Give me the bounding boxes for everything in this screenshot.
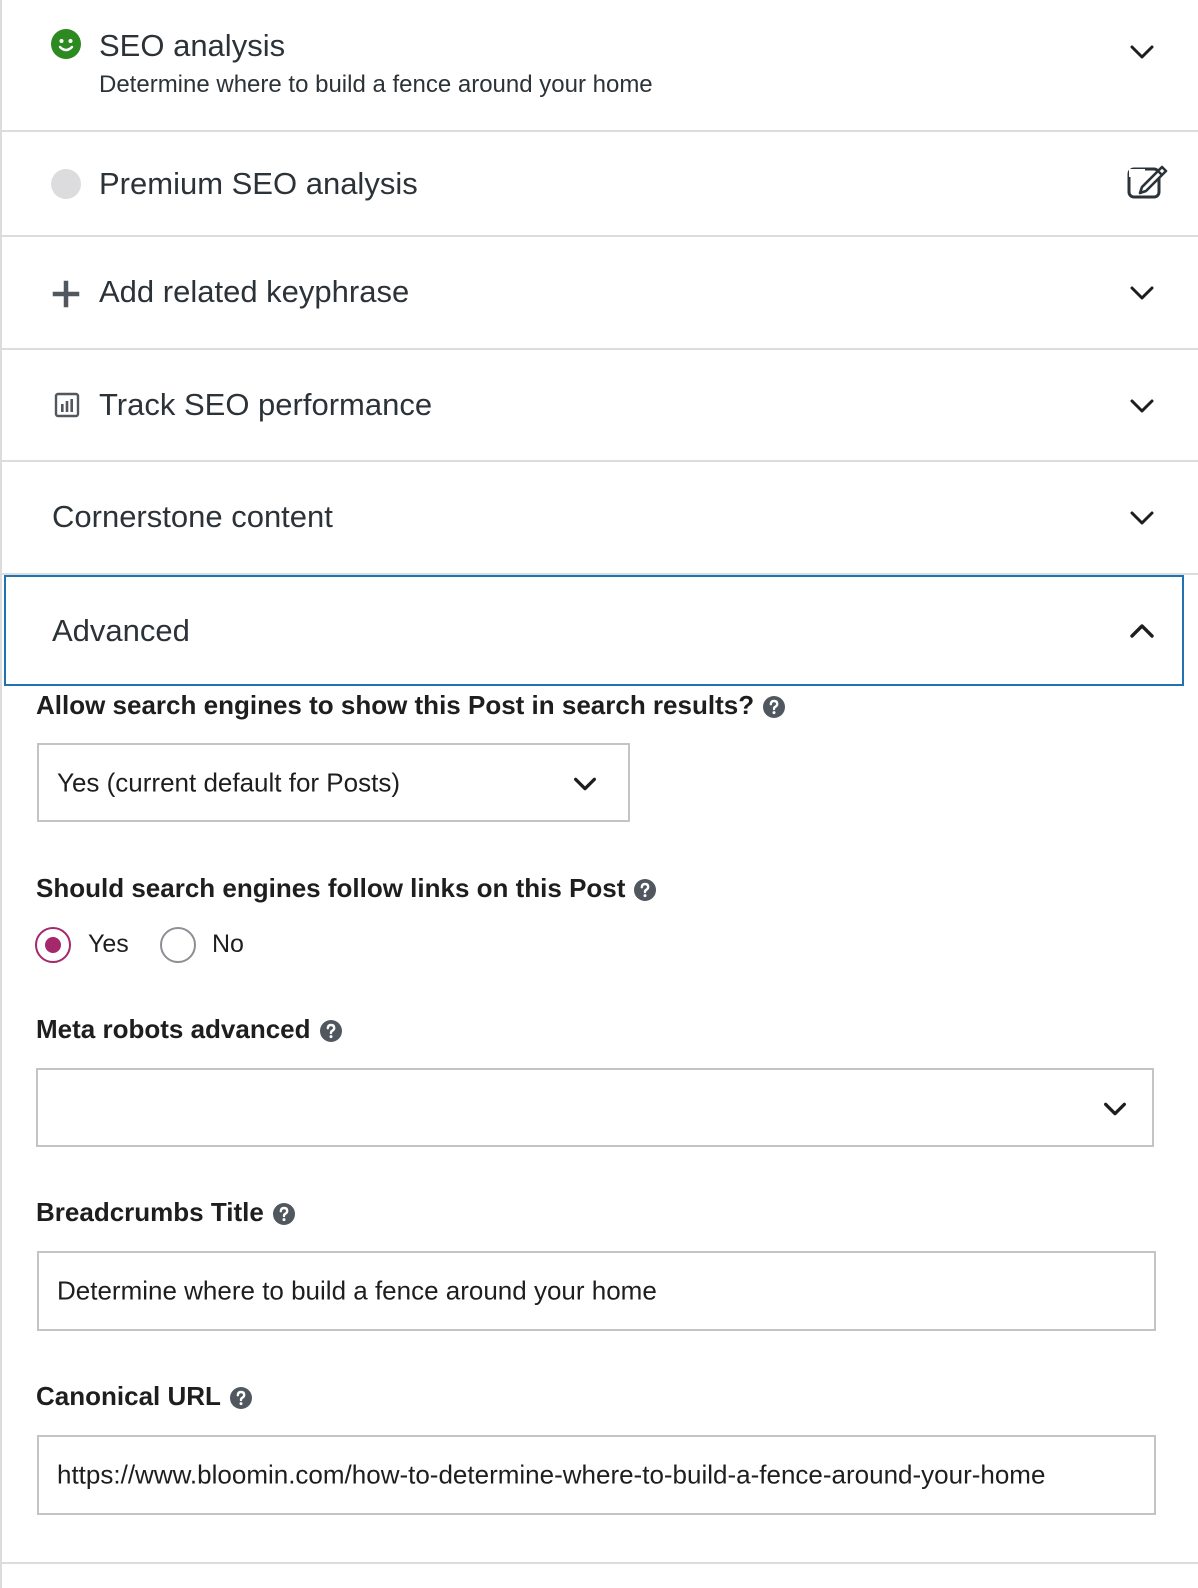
gray-dot-icon	[51, 169, 81, 199]
follow-no-radio[interactable]	[160, 927, 196, 963]
follow-no-label[interactable]: No	[212, 930, 244, 959]
smiley-face-icon	[51, 29, 81, 59]
canonical-url-value: https://www.bloomin.com/how-to-determine…	[57, 1459, 1046, 1490]
meta-robots-label-text: Meta robots advanced	[36, 1014, 311, 1044]
section-title: Cornerstone content	[52, 499, 333, 534]
follow-links-label-text: Should search engines follow links on th…	[36, 873, 626, 903]
allow-search-select[interactable]: Yes (current default for Posts)	[37, 743, 630, 822]
section-advanced[interactable]: Advanced	[4, 575, 1184, 686]
help-icon[interactable]	[762, 695, 786, 719]
breadcrumbs-title-label-text: Breadcrumbs Title	[36, 1197, 264, 1227]
section-premium-seo-analysis[interactable]: Premium SEO analysis	[2, 132, 1198, 237]
chevron-down-icon[interactable]	[1126, 277, 1158, 309]
breadcrumbs-title-value: Determine where to build a fence around …	[57, 1275, 657, 1306]
chevron-down-icon[interactable]	[1126, 390, 1158, 422]
chevron-down-icon	[1104, 1102, 1126, 1116]
section-subtitle: Determine where to build a fence around …	[99, 71, 653, 98]
help-icon[interactable]	[319, 1019, 343, 1043]
section-title: Premium SEO analysis	[99, 166, 418, 201]
chart-icon	[54, 392, 80, 418]
chevron-down-icon	[574, 777, 596, 791]
allow-search-label: Allow search engines to show this Post i…	[36, 690, 786, 721]
meta-robots-select[interactable]	[36, 1068, 1154, 1147]
allow-search-label-text: Allow search engines to show this Post i…	[36, 690, 755, 720]
follow-yes-radio[interactable]	[35, 927, 71, 963]
section-seo-analysis[interactable]: SEO analysis Determine where to build a …	[2, 0, 1198, 132]
chevron-down-icon[interactable]	[1126, 502, 1158, 534]
section-track-seo-performance[interactable]: Track SEO performance	[2, 350, 1198, 462]
follow-links-label: Should search engines follow links on th…	[36, 873, 657, 904]
edit-icon[interactable]	[1126, 163, 1168, 201]
section-title: Track SEO performance	[99, 387, 433, 422]
canonical-url-label-text: Canonical URL	[36, 1381, 221, 1411]
section-title: Advanced	[52, 613, 190, 648]
allow-search-select-value: Yes (current default for Posts)	[57, 767, 400, 797]
breadcrumbs-title-input[interactable]: Determine where to build a fence around …	[37, 1251, 1156, 1331]
section-title: Add related keyphrase	[99, 274, 410, 309]
bottom-divider	[2, 1562, 1198, 1564]
yoast-sidebar-panel: SEO analysis Determine where to build a …	[0, 0, 1198, 1588]
section-add-related-keyphrase[interactable]: Add related keyphrase	[2, 237, 1198, 350]
section-cornerstone-content[interactable]: Cornerstone content	[2, 462, 1198, 575]
plus-icon	[52, 280, 80, 308]
help-icon[interactable]	[229, 1386, 253, 1410]
canonical-url-label: Canonical URL	[36, 1381, 253, 1412]
breadcrumbs-title-label: Breadcrumbs Title	[36, 1197, 296, 1228]
help-icon[interactable]	[633, 878, 657, 902]
help-icon[interactable]	[272, 1202, 296, 1226]
chevron-down-icon[interactable]	[1126, 36, 1158, 68]
section-title: SEO analysis	[99, 28, 286, 63]
chevron-up-icon[interactable]	[1126, 615, 1158, 647]
meta-robots-label: Meta robots advanced	[36, 1014, 343, 1045]
canonical-url-input[interactable]: https://www.bloomin.com/how-to-determine…	[37, 1435, 1156, 1515]
follow-yes-label[interactable]: Yes	[88, 930, 129, 959]
